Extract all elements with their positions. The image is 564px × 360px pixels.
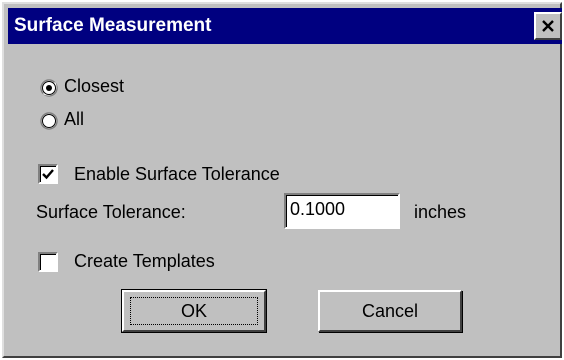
- cancel-button[interactable]: Cancel: [318, 290, 462, 332]
- tolerance-input[interactable]: 0.1000: [284, 193, 400, 229]
- enable-tolerance-checkbox[interactable]: [38, 164, 58, 184]
- tolerance-label: Surface Tolerance:: [36, 202, 186, 222]
- create-templates-label[interactable]: Create Templates: [74, 251, 215, 272]
- enable-tolerance-label[interactable]: Enable Surface Tolerance: [74, 164, 280, 185]
- ok-button[interactable]: OK: [121, 289, 267, 333]
- radio-all-label[interactable]: All: [64, 109, 84, 130]
- close-x-icon: [542, 20, 554, 32]
- checkmark-icon: [42, 169, 54, 180]
- close-button[interactable]: [534, 12, 562, 40]
- tolerance-unit: inches: [414, 202, 467, 222]
- focus-rectangle: [130, 297, 258, 325]
- radio-closest[interactable]: [40, 79, 58, 97]
- window-title: Surface Measurement: [14, 15, 212, 36]
- cancel-button-label: Cancel: [361, 301, 419, 321]
- radio-closest-dot: [46, 85, 52, 91]
- radio-all[interactable]: [40, 112, 58, 130]
- title-bar[interactable]: Surface Measurement: [8, 8, 562, 44]
- radio-closest-label[interactable]: Closest: [64, 76, 124, 97]
- create-templates-checkbox[interactable]: [38, 252, 58, 272]
